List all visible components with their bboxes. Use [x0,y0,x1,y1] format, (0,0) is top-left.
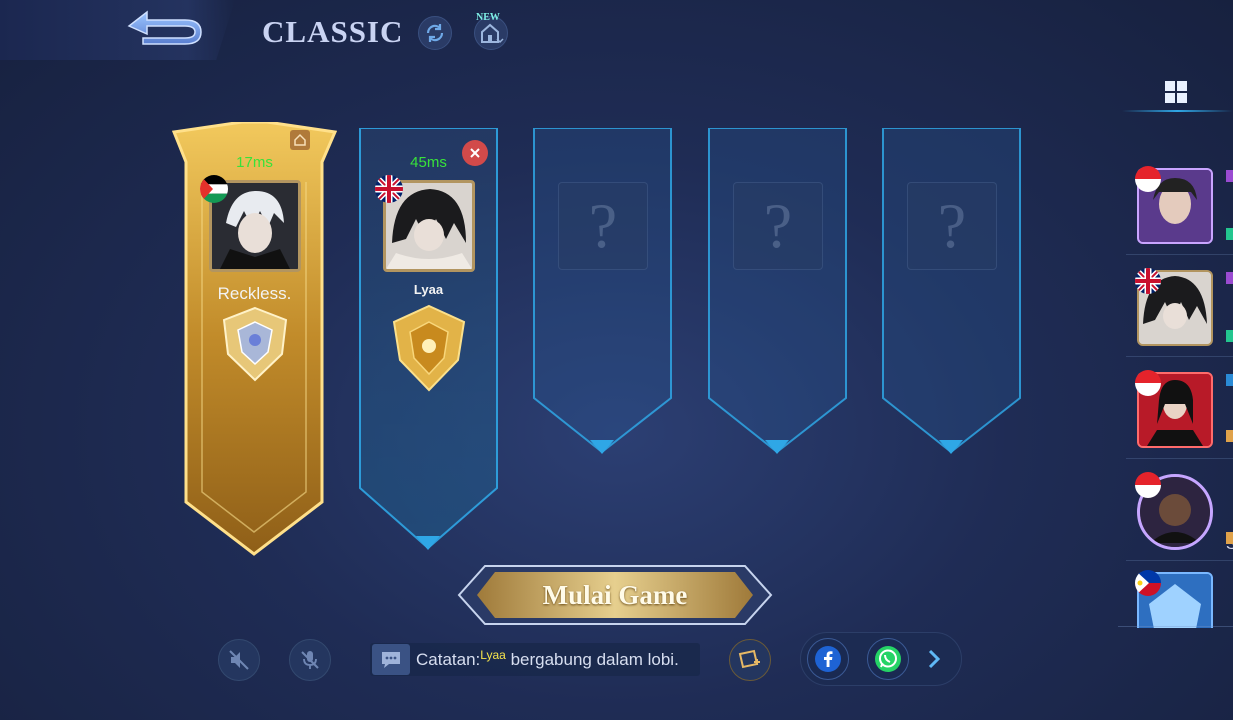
empty-slot-5[interactable]: ? [879,128,1024,454]
blue-banner [708,128,847,454]
empty-slot-placeholder: ? [907,182,997,270]
mute-speaker-button[interactable] [218,639,260,681]
chat-prefix: Catatan: [416,649,481,669]
flag-palestine-icon [200,175,228,203]
rank-emblem-icon [216,304,294,389]
invite-flag-icon [738,649,760,669]
refresh-button[interactable] [418,16,452,50]
empty-slot-placeholder: ? [558,182,648,270]
back-arrow-icon[interactable] [125,8,209,52]
blue-banner [882,128,1021,454]
friends-panel: S [1118,62,1233,632]
empty-slot-placeholder: ? [733,182,823,270]
grid-view-icon[interactable] [1162,78,1190,111]
rank-emblem-icon [390,304,468,397]
top-bar: CLASSIC NEW [0,0,1233,62]
mute-mic-button[interactable] [289,639,331,681]
mode-title: CLASSIC [262,14,404,49]
start-game-button[interactable]: Mulai Game [455,562,775,628]
tab-underline [1122,110,1233,112]
new-badge: NEW [476,12,500,23]
friend-item[interactable] [1135,370,1215,450]
friend-item[interactable] [1135,166,1215,246]
empty-slot-3[interactable]: ? [530,128,675,454]
friend-tag [1226,330,1233,342]
blue-banner [533,128,672,454]
share-bar [800,632,962,686]
speaker-muted-icon [229,650,249,670]
friend-item[interactable] [1135,472,1215,552]
friend-item[interactable] [1135,268,1215,348]
chevron-right-icon[interactable] [925,648,943,675]
chat-message: Catatan:Lyaa bergabung dalam lobi. [416,647,679,670]
separator [1118,626,1233,627]
friend-tag [1226,228,1233,240]
chat-log[interactable]: Catatan:Lyaa bergabung dalam lobi. [370,643,700,676]
player-slot-2[interactable]: 45ms Lyaa [356,128,501,550]
host-home-icon [290,130,310,150]
close-icon [470,148,480,158]
player-name: Lyaa [413,282,444,297]
flag-indonesia-icon [1135,370,1161,396]
empty-slot-4[interactable]: ? [705,128,850,454]
separator [1126,356,1233,357]
ping-text: 17ms [236,154,273,171]
separator [1126,254,1233,255]
flag-indonesia-icon [1135,166,1161,192]
friend-tag [1226,272,1233,284]
facebook-icon [815,646,841,672]
mic-muted-icon [301,651,319,669]
player-slot-host[interactable]: 17ms Reckless. [172,122,337,557]
chat-bubble-icon[interactable] [372,644,410,675]
start-button-label: Mulai Game [542,579,688,610]
chat-body: bergabung dalam lobi. [510,649,679,669]
flag-uk-icon [1135,268,1161,294]
separator [1126,560,1233,561]
facebook-button[interactable] [807,638,849,680]
whatsapp-button[interactable] [867,638,909,680]
friend-tag [1226,430,1233,442]
home-icon [481,23,504,44]
friend-tag [1226,170,1233,182]
separator [1126,458,1233,459]
player-name: Reckless. [217,284,292,303]
whatsapp-icon [875,646,901,672]
invite-button[interactable] [729,639,771,681]
refresh-icon [426,24,444,42]
remove-player-button[interactable] [462,140,488,166]
flag-indonesia-icon [1135,472,1161,498]
flag-uk-icon [375,175,403,203]
friend-item[interactable] [1135,570,1215,628]
friend-tag [1226,532,1233,544]
friend-tag [1226,374,1233,386]
chat-player-name: Lyaa [480,647,506,662]
flag-philippines-icon [1135,570,1161,596]
